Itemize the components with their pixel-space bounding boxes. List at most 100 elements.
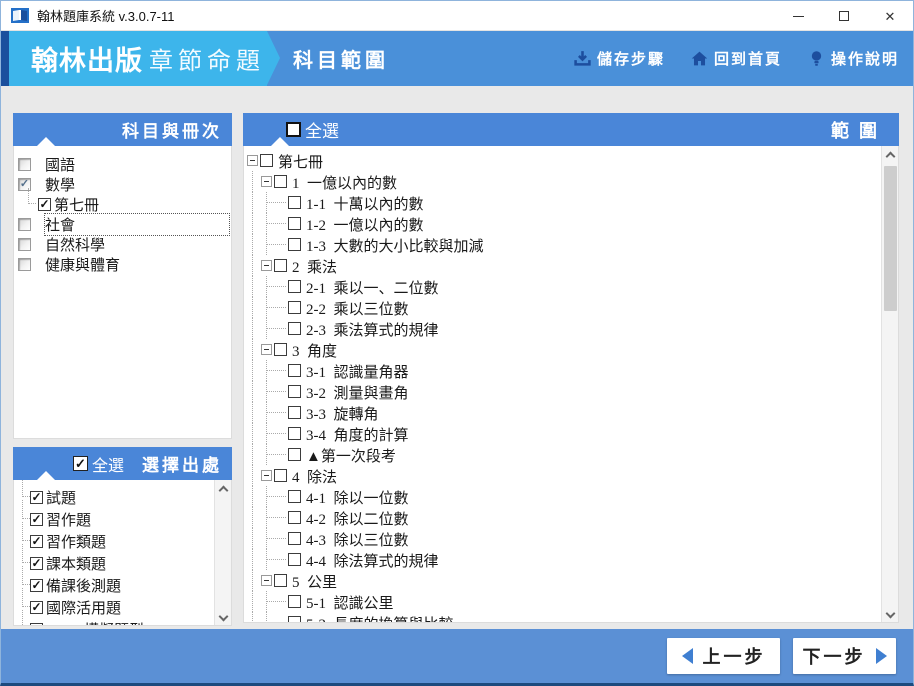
source-checkbox[interactable]: ✓ (30, 534, 43, 548)
source-checkbox[interactable]: ✓ (30, 578, 43, 592)
help-button[interactable]: 操作說明 (808, 48, 899, 69)
chapter-checkbox[interactable] (288, 364, 301, 377)
range-select-all-checkbox[interactable] (286, 122, 301, 137)
chapter-checkbox[interactable] (288, 448, 301, 461)
source-label[interactable]: 習作類題 (46, 531, 106, 552)
source-checkbox[interactable]: ✓ (30, 556, 43, 570)
tree-row[interactable]: 3 角度 (244, 339, 898, 360)
chapter-checkbox[interactable] (288, 490, 301, 503)
tree-row[interactable]: 3-3 旋轉角 (244, 402, 898, 423)
subject-checkbox[interactable] (18, 217, 31, 231)
tree-row[interactable]: 1-3 大數的大小比較與加減 (244, 234, 898, 255)
chapter-label[interactable]: 2 乘法 (292, 256, 337, 277)
tree-row[interactable]: 4 除法 (244, 465, 898, 486)
chapter-label[interactable]: 1-3 大數的大小比較與加減 (306, 235, 484, 256)
source-checkbox[interactable]: ✓ (30, 512, 43, 526)
tree-row[interactable]: 5-2 長度的換算與比較 (244, 612, 898, 622)
tree-row[interactable]: 5-1 認識公里 (244, 591, 898, 612)
subject-label[interactable]: 自然科學 (45, 234, 105, 255)
chapter-label[interactable]: 2-3 乘法算式的規律 (306, 319, 439, 340)
maximize-button[interactable] (821, 1, 867, 31)
subject-label[interactable]: 第七冊 (54, 194, 99, 215)
source-select-all-checkbox[interactable]: ✓ (73, 456, 88, 471)
chapter-checkbox[interactable] (288, 385, 301, 398)
chapter-label[interactable]: 5-1 認識公里 (306, 592, 394, 613)
subject-checkbox[interactable] (18, 157, 31, 171)
tree-row[interactable]: 5 公里 (244, 570, 898, 591)
tree-expander-icon[interactable] (261, 575, 272, 586)
source-item[interactable]: ✓ 課本類題 (14, 544, 231, 574)
subject-item[interactable]: 國語 (14, 154, 231, 174)
tree-row[interactable]: 2-3 乘法算式的規律 (244, 318, 898, 339)
tree-expander-icon[interactable] (261, 176, 272, 187)
subject-item[interactable]: 健康與體育 (14, 254, 231, 274)
tree-row[interactable]: 4-3 除以三位數 (244, 528, 898, 549)
chapter-checkbox[interactable] (274, 343, 287, 356)
source-label[interactable]: 試題 (46, 487, 76, 508)
tree-row[interactable]: 1-1 十萬以內的數 (244, 192, 898, 213)
chapter-label[interactable]: 2-1 乘以一、二位數 (306, 277, 439, 298)
tree-expander-icon[interactable] (247, 155, 258, 166)
chapter-label[interactable]: 5-2 長度的換算與比較 (306, 613, 454, 622)
tree-row[interactable]: 2-2 乘以三位數 (244, 297, 898, 318)
range-scrollbar[interactable] (881, 146, 898, 622)
source-checkbox[interactable]: ✓ (30, 490, 43, 504)
subject-label[interactable]: 社會 (44, 212, 230, 236)
tree-row[interactable]: 3-1 認識量角器 (244, 360, 898, 381)
chapter-label[interactable]: 3 角度 (292, 340, 337, 361)
chapter-checkbox[interactable] (260, 154, 273, 167)
tree-row[interactable]: 1 一億以內的數 (244, 171, 898, 192)
subject-item[interactable]: ✓ 第七冊 (14, 188, 231, 215)
tree-row[interactable]: 2-1 乘以一、二位數 (244, 276, 898, 297)
close-button[interactable]: ✕ (867, 1, 913, 31)
chapter-checkbox[interactable] (288, 301, 301, 314)
chapter-label[interactable]: 第七冊 (278, 151, 323, 172)
subject-item[interactable]: ✓ 數學 (14, 174, 231, 194)
chapter-label[interactable]: 5 公里 (292, 571, 337, 592)
source-label[interactable]: 習作題 (46, 509, 91, 530)
tree-row[interactable]: 3-4 角度的計算 (244, 423, 898, 444)
chapter-label[interactable]: 1-2 一億以內的數 (306, 214, 424, 235)
tree-expander-icon[interactable] (261, 470, 272, 481)
chapter-label[interactable]: 1-1 十萬以內的數 (306, 193, 424, 214)
scrollbar-thumb[interactable] (884, 166, 897, 311)
chapter-label[interactable]: 3-4 角度的計算 (306, 424, 409, 445)
tree-row[interactable]: 3-2 測量與畫角 (244, 381, 898, 402)
go-home-button[interactable]: 回到首頁 (691, 48, 782, 69)
chapter-label[interactable]: 3-2 測量與畫角 (306, 382, 409, 403)
chapter-label[interactable]: 1 一億以內的數 (292, 172, 397, 193)
previous-step-button[interactable]: 上一步 (667, 638, 780, 674)
source-item[interactable]: ✓TASA模擬題型 (14, 610, 231, 626)
tree-row[interactable]: 4-2 除以二位數 (244, 507, 898, 528)
chapter-checkbox[interactable] (288, 217, 301, 230)
source-label[interactable]: 備課後測題 (46, 575, 121, 596)
subject-item[interactable]: 自然科學 (14, 234, 231, 254)
source-label[interactable]: 課本類題 (46, 553, 106, 574)
chapter-checkbox[interactable] (288, 616, 301, 622)
tree-row[interactable]: 1-2 一億以內的數 (244, 213, 898, 234)
chapter-checkbox[interactable] (288, 532, 301, 545)
tree-row[interactable]: 4-4 除法算式的規律 (244, 549, 898, 570)
save-steps-button[interactable]: 儲存步驟 (574, 48, 665, 69)
subject-checkbox[interactable] (18, 237, 31, 251)
tree-expander-icon[interactable] (261, 344, 272, 355)
chapter-label[interactable]: 3-3 旋轉角 (306, 403, 379, 424)
source-checkbox[interactable]: ✓ (30, 622, 43, 625)
chapter-checkbox[interactable] (288, 238, 301, 251)
source-checkbox[interactable]: ✓ (30, 600, 43, 614)
subject-item[interactable]: 社會 (14, 212, 231, 236)
subject-label[interactable]: 健康與體育 (45, 254, 120, 275)
chapter-label[interactable]: 4-3 除以三位數 (306, 529, 409, 550)
chapter-checkbox[interactable] (288, 196, 301, 209)
tree-row[interactable]: 第七冊 (244, 150, 898, 171)
chapter-checkbox[interactable] (288, 595, 301, 608)
chapter-checkbox[interactable] (274, 175, 287, 188)
source-scrollbar[interactable] (214, 480, 231, 625)
chapter-checkbox[interactable] (288, 280, 301, 293)
chapter-checkbox[interactable] (288, 553, 301, 566)
source-item[interactable]: ✓ 習作題 (14, 500, 231, 530)
source-label[interactable]: TASA模擬題型 (46, 619, 144, 626)
subject-label[interactable]: 數學 (45, 174, 75, 195)
source-label[interactable]: 國際活用題 (46, 597, 121, 618)
volume-checkbox[interactable]: ✓ (38, 197, 51, 211)
